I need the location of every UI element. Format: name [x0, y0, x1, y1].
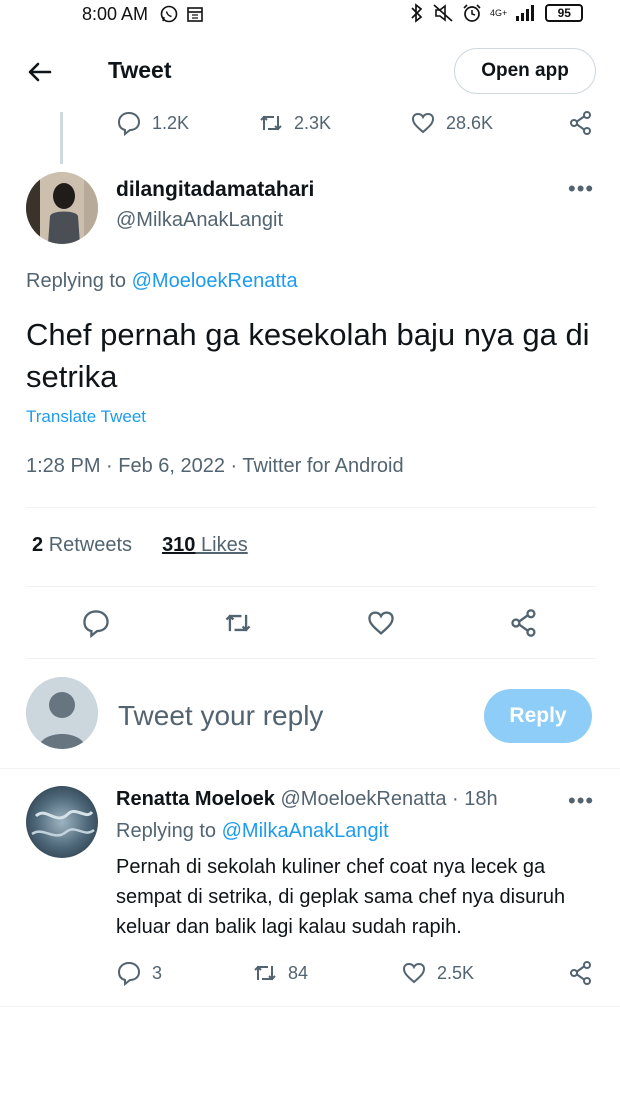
reply-like-action[interactable]: 2.5K [401, 960, 474, 986]
share-button[interactable] [509, 608, 539, 638]
reply-author-handle[interactable]: @MoeloekRenatta [281, 788, 447, 810]
divider [0, 768, 620, 769]
reply-submit-button[interactable]: Reply [484, 689, 592, 743]
retweet-icon [260, 115, 282, 131]
author-handle[interactable]: @MilkaAnakLangit [116, 209, 283, 232]
parent-share-action[interactable] [568, 110, 594, 136]
parent-retweet-action[interactable]: 2.3K [258, 110, 331, 136]
calendar-icon [187, 7, 203, 22]
likes-label: Likes [201, 534, 248, 556]
status-time: 8:00 AM [82, 4, 149, 24]
share-icon [511, 609, 536, 637]
author-avatar[interactable] [26, 172, 98, 244]
parent-reply-action[interactable]: 1.2K [116, 110, 189, 136]
more-dots-icon: ••• [568, 176, 595, 201]
replying-prefix: Replying to [26, 270, 127, 292]
parent-tweet-actions: 1.2K 2.3K 28.6K [0, 110, 620, 140]
divider [0, 1006, 620, 1007]
signal-icon [516, 5, 535, 21]
replying-prefix: Replying to [116, 820, 217, 842]
reply-text: Pernah di sekolah kuliner chef coat nya … [116, 856, 566, 938]
page-title: Tweet [108, 57, 172, 83]
divider [26, 586, 596, 587]
network-type: 4G+ [490, 7, 508, 18]
parent-reply-count: 1.2K [152, 112, 190, 133]
reply-reply-count: 3 [152, 962, 163, 983]
reply-tweet-actions: 3 84 2.5K [0, 960, 620, 990]
likes-count-link[interactable]: 310 Likes [162, 534, 248, 557]
divider [26, 507, 596, 508]
retweet-icon [225, 614, 251, 632]
likes-count: 310 [162, 534, 196, 556]
whatsapp-icon [160, 5, 178, 23]
share-icon [570, 111, 591, 135]
parent-like-count: 28.6K [446, 112, 494, 133]
tweet-more-button[interactable]: ••• [568, 176, 594, 202]
like-button[interactable] [366, 608, 396, 638]
bluetooth-icon [411, 3, 423, 23]
heart-icon [402, 962, 426, 984]
engagement-counts: 2 Retweets 310 Likes [32, 534, 248, 557]
current-user-avatar [26, 677, 98, 749]
share-icon [570, 961, 591, 985]
retweet-icon [254, 965, 276, 981]
mute-icon [433, 4, 453, 22]
top-app-bar: Tweet Open app [0, 42, 620, 102]
alarm-icon [463, 4, 481, 22]
reply-icon [83, 610, 109, 639]
retweets-count: 2 [32, 534, 44, 556]
tweet-timestamp[interactable]: 1:28 PM · Feb 6, 2022 · Twitter for Andr… [26, 455, 404, 478]
reply-icon [117, 961, 141, 986]
reply-reply-action[interactable]: 3 [116, 960, 162, 986]
parent-retweet-count: 2.3K [294, 112, 332, 133]
reply-time: · 18h [452, 788, 498, 810]
reply-retweet-action[interactable]: 84 [252, 960, 308, 986]
back-button[interactable] [24, 56, 56, 88]
reply-more-button[interactable]: ••• [568, 788, 594, 814]
status-bar: 8:00 AM 4G+ 95 [0, 0, 620, 30]
reply-like-count: 2.5K [437, 962, 475, 983]
reply-retweet-count: 84 [288, 962, 309, 983]
tweet-text: Chef pernah ga kesekolah baju nya ga di … [26, 317, 590, 394]
divider [26, 658, 596, 659]
reply-share-action[interactable] [568, 960, 594, 986]
reply-replying-to: Replying to @MilkaAnakLangit [116, 820, 389, 843]
reply-avatar-image [26, 786, 98, 858]
default-avatar-icon [26, 677, 98, 749]
retweets-count-link[interactable]: 2 Retweets [32, 534, 132, 557]
author-display-name[interactable]: dilangitadamatahari [116, 178, 314, 202]
replying-to: Replying to @MoeloekRenatta [26, 270, 298, 293]
open-app-button[interactable]: Open app [454, 48, 596, 94]
reply-author-name[interactable]: Renatta Moeloek [116, 788, 275, 810]
arrow-left-icon [28, 62, 52, 82]
reply-header: Renatta Moeloek @MoeloekRenatta · 18h [116, 788, 498, 811]
translate-tweet-link[interactable]: Translate Tweet [26, 407, 146, 427]
reply-icon [117, 111, 141, 136]
replying-to-handle[interactable]: @MoeloekRenatta [132, 270, 298, 292]
battery-indicator: 95 [545, 4, 584, 22]
retweet-button[interactable] [223, 608, 253, 638]
heart-icon [368, 611, 394, 635]
reply-button[interactable] [81, 608, 111, 639]
more-dots-icon: ••• [568, 788, 595, 813]
reply-input[interactable]: Tweet your reply [118, 700, 323, 732]
retweets-label: Retweets [48, 534, 133, 556]
reply-replying-to-handle[interactable]: @MilkaAnakLangit [222, 820, 389, 842]
heart-icon [411, 112, 435, 134]
author-avatar-image [26, 172, 98, 244]
reply-author-avatar[interactable] [26, 786, 98, 858]
parent-like-action[interactable]: 28.6K [410, 110, 493, 136]
